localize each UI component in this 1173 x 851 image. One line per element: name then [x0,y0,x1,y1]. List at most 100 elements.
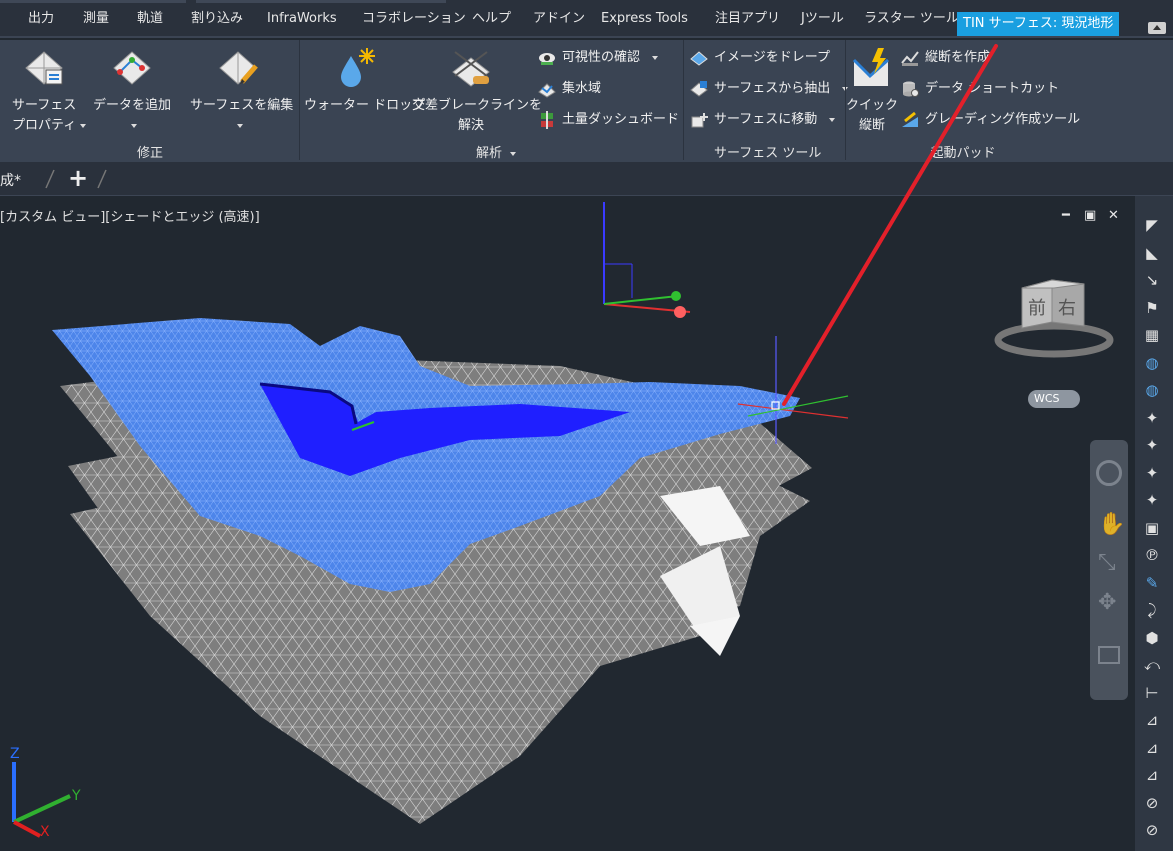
new-tab-button[interactable]: + [68,164,88,192]
panel-separator [299,40,300,160]
tool-21-icon[interactable]: ⊿ [1141,764,1163,786]
surface-properties-icon [25,51,63,85]
tool-13-icon[interactable]: ℗ [1141,544,1163,566]
tool-2-icon[interactable]: ◣ [1141,242,1163,264]
drape-image-button[interactable]: イメージをドレープ [690,48,830,68]
panel-separator [683,40,684,160]
tool-19-icon[interactable]: ⊿ [1141,709,1163,731]
tab-4[interactable]: InfraWorks [263,8,341,30]
move-to-surface-button[interactable]: サーフェスに移動 [690,110,836,130]
tool-3-icon[interactable]: ↘ [1141,269,1163,291]
tab-strip-segment [196,0,446,3]
tool-5-icon[interactable]: ▦ [1141,324,1163,346]
tab-2[interactable]: 軌道 [133,8,167,30]
panel-label-launch-pad: 起動パッド [930,146,996,161]
right-tool-strip: ◤ ◣ ↘ ⚑ ▦ ◍ ◍ ✦ ✦ ✦ ✦ ▣ ℗ ✎ ⤸ ⬢ ⤺ ⊢ ⊿ ⊿ ⊿ ⊘ ⊘ [1135,196,1173,851]
edit-surface-label: サーフェスを編集 [190,98,294,113]
tool-20-icon[interactable]: ⊿ [1141,737,1163,759]
tool-18-icon[interactable]: ⊢ [1141,682,1163,704]
showmotion-icon[interactable] [1098,646,1120,664]
tab-6[interactable]: ヘルプ [468,8,515,30]
visibility-check-button[interactable]: 可視性の確認 [538,48,659,68]
tool-8-icon[interactable]: ✦ [1141,407,1163,429]
surface-properties-label-2: プロパティ [12,116,87,136]
tab-3[interactable]: 割り込み [187,8,247,30]
extract-icon [690,81,708,97]
tab-8[interactable]: Express Tools [597,8,692,30]
resolve-crossing-breaklines-button[interactable]: 交差ブレークラインを 解決 [412,46,543,136]
create-profile-icon [901,51,919,66]
grading-icon [902,111,918,127]
crossing-breaklines-icon [452,51,490,87]
edit-surface-icon [219,51,258,85]
tool-1-icon[interactable]: ◤ [1141,214,1163,236]
tab-11[interactable]: ラスター ツール [860,8,963,30]
tool-14-icon[interactable]: ✎ [1141,572,1163,594]
tool-6-icon[interactable]: ◍ [1141,352,1163,374]
mass-haul-dashboard-button[interactable]: 土量ダッシュボード [538,110,679,130]
wcs-axis-icon: Z Y X [10,746,81,840]
ribbon-tab-bar: 出力 測量 軌道 割り込み InfraWorks コラボレーション ヘルプ アドイン Expre… [0,0,1173,38]
create-profile-button[interactable]: 縦断を作成 [901,48,990,68]
tab-strip-segment [0,0,186,3]
add-data-caret [92,116,172,136]
add-data-button[interactable]: データを追加 [92,46,172,136]
edit-surface-button[interactable]: サーフェスを編集 [190,46,294,136]
tab-9[interactable]: 注目アプリ [711,8,784,30]
quick-profile-icon [852,48,889,86]
extract-from-surface-button[interactable]: サーフェスから抽出 [690,79,849,99]
viewcube-front-label: 前 [1028,298,1046,319]
viewcube[interactable]: 前 右 [994,279,1114,358]
tab-divider [45,169,55,189]
grading-creation-tools-button[interactable]: グレーディング作成ツール [901,110,1080,130]
tool-12-icon[interactable]: ▣ [1141,517,1163,539]
tool-9-icon[interactable]: ✦ [1141,434,1163,456]
tool-7-icon[interactable]: ◍ [1141,379,1163,401]
tab-1[interactable]: 測量 [79,8,113,30]
ucs-axis-gizmo [603,202,691,318]
extract-label: サーフェスから抽出 [714,81,831,96]
catchment-label: 集水域 [562,81,602,96]
ribbon-minimize-icon[interactable] [1148,22,1166,34]
steering-wheel-icon[interactable] [1096,460,1122,486]
navigation-bar[interactable]: ✋ ⤡ ✥ [1090,440,1128,700]
tool-11-icon[interactable]: ✦ [1141,489,1163,511]
tool-4-icon[interactable]: ⚑ [1141,297,1163,319]
edit-surface-caret [190,116,286,136]
tool-16-icon[interactable]: ⬢ [1141,627,1163,649]
tool-23-icon[interactable]: ⊘ [1141,819,1163,841]
move-to-surface-icon [691,113,708,128]
data-shortcuts-button[interactable]: データ ショートカット [901,79,1059,99]
viewcube-right-label: 右 [1058,298,1076,319]
model-viewport[interactable]: [カスタム ビュー][シェードとエッジ (高速)] ━ ▣ ✕ Z Y X 前 … [0,196,1135,851]
tool-15-icon[interactable]: ⤸ [1141,599,1163,621]
tab-10[interactable]: Jツール [797,8,848,30]
quick-profile-label-2: 縦断 [858,118,885,133]
terrain-scene: Z Y X 前 右 [10,202,1114,840]
tool-10-icon[interactable]: ✦ [1141,462,1163,484]
tab-0[interactable]: 出力 [24,8,58,30]
water-drop-label: ウォーター ドロップ [304,98,426,113]
drape-image-icon [690,51,708,66]
panel-label-analyze[interactable]: 解析 [466,142,526,161]
axis-z-label: Z [10,746,20,762]
tab-12[interactable]: TIN サーフェス: 現況地形 [957,12,1120,36]
tool-22-icon[interactable]: ⊘ [1141,792,1163,814]
tab-5[interactable]: コラボレーション [358,8,470,30]
panel-label-surface-tools: サーフェス ツール [714,146,822,161]
surface-properties-button[interactable]: サーフェス プロパティ [12,46,87,136]
quick-profile-button[interactable]: クイック 縦断 [846,46,898,136]
eye-icon [539,53,555,65]
pan-icon[interactable]: ✋ [1098,512,1125,537]
orbit-icon[interactable]: ✥ [1098,590,1116,615]
catchment-button[interactable]: 集水域 [538,79,601,99]
wcs-menu-button[interactable]: WCS [1028,390,1080,408]
breakline-label: 交差ブレークラインを [412,98,543,113]
file-tab-current[interactable]: 成* [0,170,21,190]
water-drop-button[interactable]: ウォーター ドロップ [304,46,426,116]
data-shortcuts-label: データ ショートカット [925,81,1060,96]
catchment-icon [538,83,556,98]
tab-7[interactable]: アドイン [529,8,589,30]
tool-17-icon[interactable]: ⤺ [1141,654,1163,676]
zoom-icon[interactable]: ⤡ [1098,550,1116,575]
